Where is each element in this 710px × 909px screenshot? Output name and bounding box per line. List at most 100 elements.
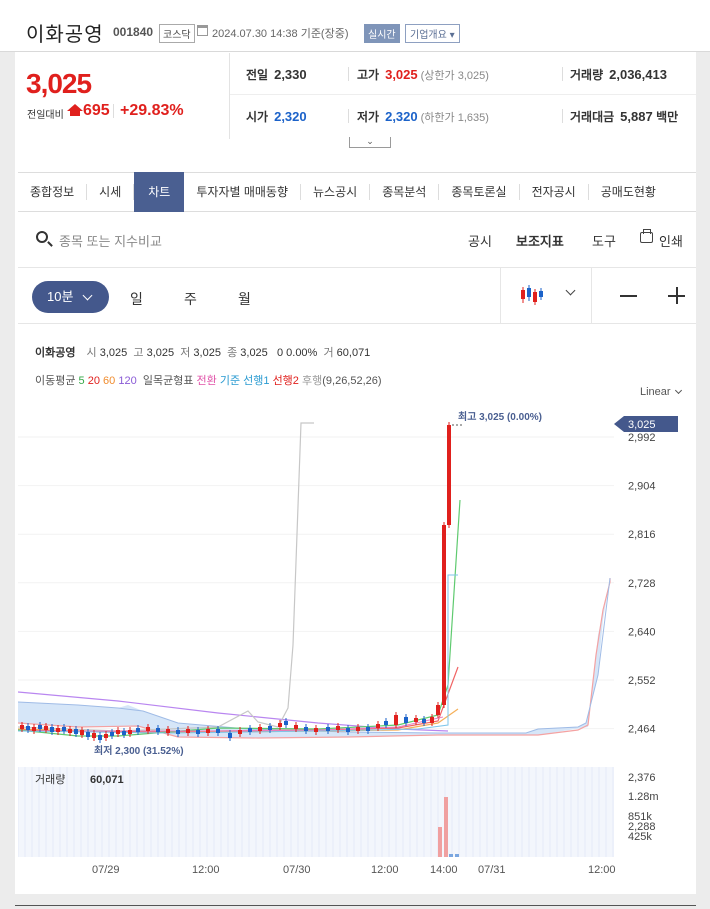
candle-body: [56, 728, 60, 732]
tab-short-selling[interactable]: 공매도현황: [589, 184, 668, 200]
realtime-badge[interactable]: 실시간: [364, 24, 400, 43]
candlestick-icon[interactable]: [520, 285, 544, 305]
tab-discussion[interactable]: 종목토론실: [439, 184, 520, 200]
compare-search-input[interactable]: 종목 또는 지수비교: [59, 231, 162, 250]
time-tick-label: 14:00: [430, 864, 458, 876]
price-chart[interactable]: 최고 3,025 (0.00%) 최저 2,300 (31.52%) 3,025…: [18, 405, 696, 892]
candle-body: [294, 725, 298, 729]
candle-body: [414, 718, 418, 722]
indicator-legend: 이동평균 5 20 60 120 일목균형표 전환 기준 선행1 선행2 후행(…: [35, 375, 382, 387]
current-price-tag-label: 3,025: [628, 419, 656, 431]
indicator-button[interactable]: 보조지표: [516, 231, 564, 250]
candle-body: [404, 717, 408, 723]
candle-body: [216, 729, 220, 733]
candle-body: [268, 726, 272, 730]
candle-body: [116, 730, 120, 734]
candle-body: [248, 728, 252, 732]
period-week[interactable]: 주: [184, 289, 197, 309]
print-icon[interactable]: [640, 229, 653, 243]
time-tick-label: 12:00: [588, 864, 616, 876]
quote-datetime: 2024.07.30 14:38 기준(장중): [212, 28, 349, 40]
candle-body: [74, 729, 78, 734]
candle-body: [326, 727, 330, 731]
candle-body: [346, 728, 350, 732]
candle-body: [238, 730, 242, 734]
chevron-down-icon: [82, 290, 93, 301]
candle-body: [384, 721, 388, 725]
candle-body: [136, 728, 140, 732]
time-axis: 07/29 12:00 07/30 12:00 14:00 07/31 12:00: [92, 864, 616, 876]
search-icon[interactable]: [36, 231, 48, 243]
company-info-button[interactable]: 기업개요 ▾: [405, 24, 460, 43]
time-tick-label: 12:00: [371, 864, 399, 876]
tab-investor-trading[interactable]: 투자자별 매매동향: [184, 184, 302, 200]
candle-body: [110, 732, 114, 736]
volume-tick-label: 425k: [628, 831, 652, 843]
volume-tick-label: 1.28m: [628, 791, 659, 803]
candle-body: [336, 726, 340, 730]
candle-body: [20, 725, 24, 729]
zoom-in-button[interactable]: [668, 289, 685, 302]
chevron-down-icon: ⌄: [366, 136, 374, 146]
candle-body: [128, 730, 132, 734]
stat-high: 고가 3,025 (상한가 3,025): [357, 67, 489, 82]
volume-tick-label: 851k: [628, 811, 652, 823]
volume-axis: 1.28m 851k 425k: [628, 791, 659, 843]
tab-analysis[interactable]: 종목분석: [370, 184, 440, 200]
disclosure-button[interactable]: 공시: [468, 231, 492, 250]
tools-button[interactable]: 도구: [592, 231, 616, 250]
candle-body: [122, 731, 126, 735]
tab-quotes[interactable]: 시세: [87, 184, 135, 200]
volume-bar: [455, 854, 459, 857]
print-button[interactable]: 인쇄: [659, 231, 683, 250]
candle-body: [314, 728, 318, 732]
candle-body: [376, 724, 380, 728]
candle-body: [304, 727, 308, 731]
interval-select[interactable]: 10분: [32, 281, 109, 313]
period-day[interactable]: 일: [130, 289, 143, 309]
candle-body: [186, 729, 190, 733]
volume-label: 거래량: [35, 773, 65, 786]
candle-body: [278, 723, 282, 727]
candle-body: [166, 729, 170, 733]
candle-body: [104, 734, 108, 738]
chart-type-box: [500, 268, 592, 323]
time-tick-label: 07/30: [283, 864, 311, 876]
candle-body: [86, 732, 90, 737]
volume-bar: [444, 797, 448, 857]
chevron-down-icon: [674, 386, 682, 395]
candle-body: [356, 727, 360, 731]
stat-separator: [348, 109, 349, 123]
stat-volume: 거래량 2,036,413: [570, 67, 667, 82]
stat-prev: 전일 2,330: [246, 67, 307, 82]
expand-toggle-button[interactable]: ⌄: [349, 137, 391, 148]
candle-body: [92, 733, 96, 738]
period-month[interactable]: 월: [238, 289, 251, 309]
market-badge: 코스닥: [159, 24, 195, 43]
diff-separator: [113, 104, 114, 118]
stat-low: 저가 2,320 (하한가 1,635): [357, 109, 489, 124]
time-tick-label: 07/29: [92, 864, 120, 876]
lagging-span-line: [18, 422, 314, 732]
price-diff: 695: [83, 102, 110, 119]
candle-body: [228, 733, 232, 738]
bottom-divider: [15, 905, 696, 906]
price-tick-label: 2,640: [628, 626, 656, 638]
stat-separator: [348, 67, 349, 81]
tab-overview[interactable]: 종합정보: [18, 184, 88, 200]
zoom-out-button[interactable]: [620, 295, 637, 297]
stats-row-divider: [230, 94, 696, 95]
diff-label: 전일대비: [27, 110, 64, 121]
candle-body: [32, 727, 36, 731]
candle-body: [442, 525, 446, 705]
low-annotation: 최저 2,300 (31.52%): [94, 744, 184, 757]
tab-chart[interactable]: 차트: [134, 172, 185, 212]
candle-body: [44, 726, 48, 730]
tab-news-disclosure[interactable]: 뉴스공시: [301, 184, 371, 200]
tab-e-disclosure[interactable]: 전자공시: [520, 184, 589, 200]
candle-body: [394, 715, 398, 725]
price-tick-label: 2,376: [628, 772, 656, 784]
candle-body: [422, 719, 426, 723]
up-arrow-icon-base: [70, 110, 80, 116]
scale-select[interactable]: Linear: [640, 386, 682, 398]
